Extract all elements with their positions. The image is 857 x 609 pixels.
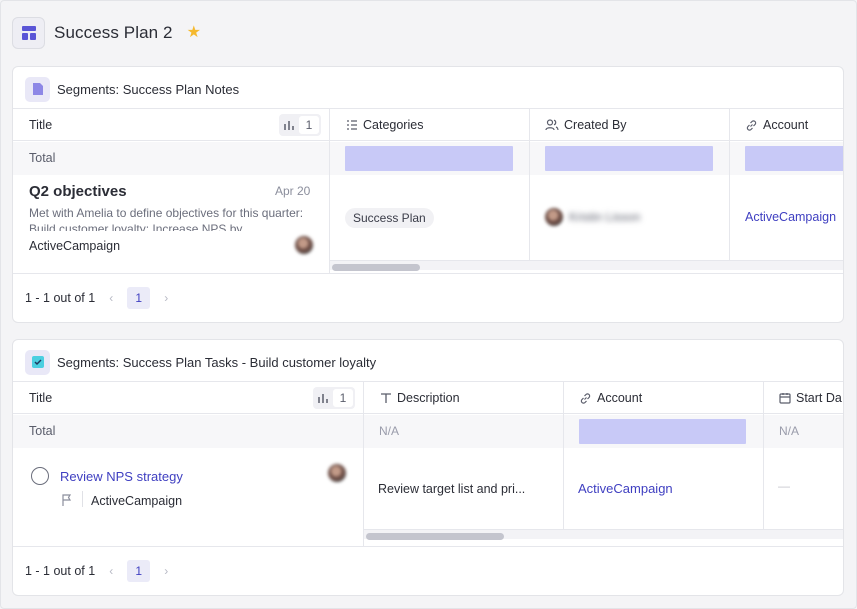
total-placeholder [745,146,843,171]
bar-chart-icon [313,387,333,409]
column-header-description[interactable]: Description [380,382,460,414]
column-header-start-date[interactable]: Start Da [779,382,842,414]
scrollbar-thumb[interactable] [366,533,504,540]
chevron-right-icon[interactable]: › [164,291,168,305]
total-placeholder [345,146,513,171]
avatar [545,208,563,226]
column-divider [529,108,530,260]
tasks-segment-card: Segments: Success Plan Tasks - Build cus… [12,339,844,596]
horizontal-scrollbar[interactable] [364,529,843,540]
start-date-value: — [778,479,790,493]
list-icon [347,120,357,130]
chevron-left-icon[interactable]: ‹ [109,564,113,578]
column-header-account[interactable]: Account [579,382,642,414]
flag-icon [62,494,72,506]
row-count-badge[interactable]: 1 [313,387,355,409]
total-placeholder [579,419,746,444]
table-header: Title 1 Description Account Start Da [13,381,843,414]
link-icon [746,119,757,131]
column-divider [363,381,364,547]
separator [82,491,83,507]
avatar [328,464,346,482]
card-title: Segments: Success Plan Notes [57,81,240,97]
chevron-left-icon[interactable]: ‹ [109,291,113,305]
document-icon [25,76,50,102]
category-chip: Success Plan [345,208,434,228]
checkbox-icon [25,349,50,375]
page-number-button[interactable]: 1 [127,287,151,309]
pagination-summary: 1 - 1 out of 1 [25,291,96,305]
row-count-badge[interactable]: 1 [279,114,321,136]
pagination: 1 - 1 out of 1 ‹ 1 › [25,560,168,582]
row-divider [13,546,843,547]
dashboard-icon [12,17,45,49]
column-divider [729,108,730,260]
total-row: Total N/A N/A [13,415,843,448]
link-icon [580,392,591,404]
page-title: Success Plan 2 [54,23,173,42]
calendar-icon [779,393,791,404]
total-row: Total [13,142,843,175]
notes-segment-card: Segments: Success Plan Notes Title 1 Cat… [12,66,844,323]
text-icon [381,393,391,403]
horizontal-scrollbar[interactable] [330,260,843,271]
task-status-circle-icon[interactable] [31,467,49,485]
account-link[interactable]: ActiveCampaign [745,210,836,224]
column-header-title[interactable]: Title [29,382,52,414]
scrollbar-thumb[interactable] [332,264,420,271]
users-icon [545,119,559,131]
bar-chart-icon [279,114,299,136]
pagination: 1 - 1 out of 1 ‹ 1 › [25,287,168,309]
column-header-categories[interactable]: Categories [346,109,423,141]
column-header-created-by[interactable]: Created By [545,109,627,141]
total-placeholder [545,146,713,171]
task-description: Review target list and pri... [378,482,526,496]
task-title-link[interactable]: Review NPS strategy [60,469,183,484]
card-header: Segments: Success Plan Notes [25,76,239,102]
table-header: Title 1 Categories Created By Account [13,108,843,141]
row-divider [13,273,843,274]
card-title: Segments: Success Plan Tasks - Build cus… [57,354,377,370]
column-divider [763,381,764,533]
pagination-summary: 1 - 1 out of 1 [25,564,96,578]
column-divider [329,108,330,274]
card-header: Segments: Success Plan Tasks - Build cus… [25,349,376,375]
avatar [295,236,313,254]
page-header: Success Plan 2 ★ [12,17,201,49]
star-icon[interactable]: ★ [187,25,201,41]
chevron-right-icon[interactable]: › [164,564,168,578]
created-by-name: Kristin Lisson [569,210,641,224]
column-divider [563,381,564,533]
column-header-account[interactable]: Account [745,109,808,141]
column-header-title[interactable]: Title [29,109,52,141]
account-link[interactable]: ActiveCampaign [578,481,673,496]
page-number-button[interactable]: 1 [127,560,151,582]
